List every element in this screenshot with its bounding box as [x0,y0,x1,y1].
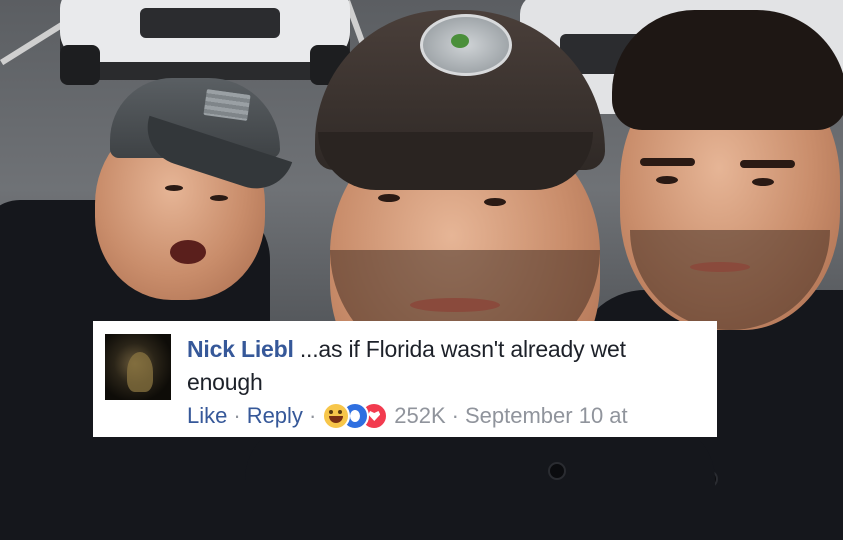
left-officer-mouth [170,240,206,264]
separator: · [308,403,317,428]
right-officer-brow [640,158,695,166]
reactions-summary[interactable] [322,402,389,430]
center-officer-uniform [245,420,715,540]
right-officer-brow [740,160,795,168]
center-officer-mouth [410,298,500,312]
separator: · [451,403,459,428]
suv-tire [60,45,100,85]
right-officer-mouth [690,262,750,272]
comment-author-link[interactable]: Nick Liebl [187,336,294,362]
comment-body: Nick Liebl ...as if Florida wasn't alrea… [187,333,702,399]
reply-link[interactable]: Reply [247,401,303,431]
right-officer-eye [752,178,774,186]
left-officer-eye [210,195,228,201]
suv-grille [140,8,280,38]
right-officer-hair [612,10,843,130]
facebook-comment: Nick Liebl ...as if Florida wasn't alrea… [93,321,717,437]
avatar-figure [127,352,153,392]
badge-emblem-icon [451,34,469,48]
center-officer-cap-bill [318,132,593,190]
center-officer-eye [484,198,506,206]
separator: · [233,403,241,428]
uniform-button [548,462,566,480]
reaction-count[interactable]: 252K [394,401,445,431]
parked-suv [60,0,350,85]
comment-timestamp[interactable]: September 10 at [465,401,628,431]
avatar[interactable] [105,334,171,400]
right-officer-eye [656,176,678,184]
left-officer-eye [165,185,183,191]
like-link[interactable]: Like [187,401,227,431]
comment-actions: Like · Reply · 252K · September 10 at [187,401,628,431]
center-officer-eye [378,194,400,202]
selfie-photo [0,0,843,540]
